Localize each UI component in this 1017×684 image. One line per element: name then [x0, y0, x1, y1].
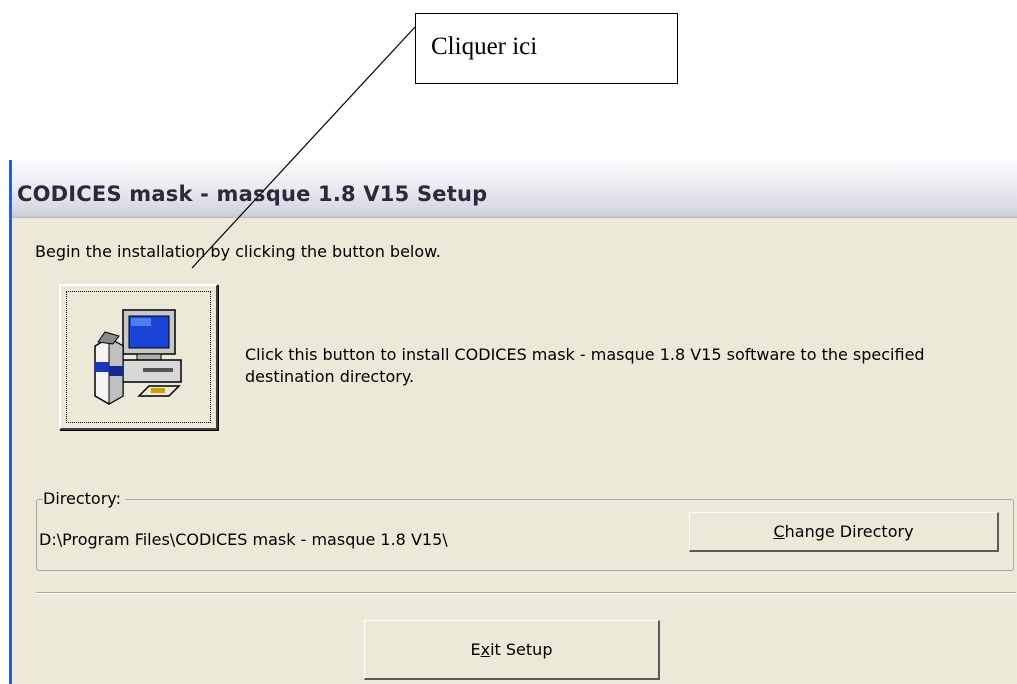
directory-path: D:\Program Files\CODICES mask - masque 1…	[39, 530, 448, 549]
intro-text: Begin the installation by clicking the b…	[35, 242, 441, 261]
change-directory-mnemonic: C	[773, 522, 785, 541]
separator-line	[36, 592, 1016, 594]
directory-label: Directory:	[43, 489, 125, 508]
change-directory-label: hange Directory	[784, 522, 914, 541]
installer-computer-icon	[94, 309, 182, 405]
callout-text: Cliquer ici	[431, 33, 538, 60]
title-bar[interactable]: CODICES mask - masque 1.8 V15 Setup	[12, 160, 1017, 218]
directory-group: Directory: D:\Program Files\CODICES mask…	[36, 489, 1014, 571]
callout-box: Cliquer ici	[415, 13, 678, 84]
exit-mnemonic: x	[480, 640, 491, 659]
change-directory-button[interactable]: Change Directory	[689, 512, 999, 552]
page: Cliquer ici CODICES mask - masque 1.8 V1…	[0, 0, 1017, 684]
window-title: CODICES mask - masque 1.8 V15 Setup	[17, 182, 488, 206]
exit-setup-button[interactable]: Exit Setup	[364, 620, 660, 680]
setup-dialog: CODICES mask - masque 1.8 V15 Setup Begi…	[9, 160, 1017, 684]
exit-label-start: E	[470, 640, 481, 659]
install-button[interactable]	[59, 284, 218, 430]
install-description: Click this button to install CODICES mas…	[245, 345, 925, 386]
exit-label-end: it Setup	[490, 640, 553, 659]
